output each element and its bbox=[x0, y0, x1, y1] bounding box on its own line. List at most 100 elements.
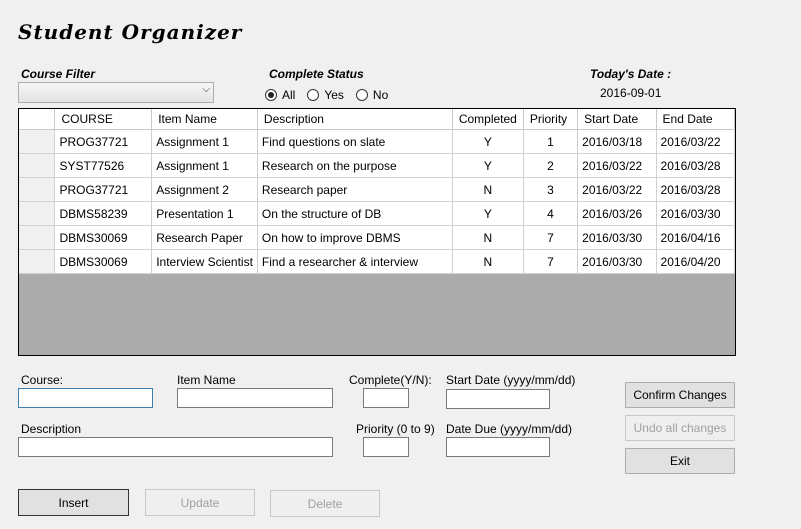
table-cell[interactable]: Find a researcher & interview bbox=[257, 249, 453, 274]
status-radio-all-label: All bbox=[282, 88, 296, 102]
table-cell[interactable]: 4 bbox=[523, 201, 579, 226]
table-cell[interactable]: N bbox=[452, 177, 524, 202]
row-header-corner bbox=[19, 109, 56, 130]
items-grid[interactable]: COURSE Item Name Description Completed P… bbox=[18, 108, 736, 356]
table-cell[interactable]: 2 bbox=[523, 153, 579, 178]
table-cell[interactable]: 2016/03/22 bbox=[577, 153, 657, 178]
table-row[interactable]: SYST77526 Assignment 1 Research on the p… bbox=[19, 153, 736, 178]
date-due-input[interactable] bbox=[446, 437, 550, 457]
table-cell[interactable]: Interview Scientist bbox=[151, 249, 258, 274]
column-header[interactable]: Item Name bbox=[151, 109, 258, 130]
table-cell[interactable]: 2016/03/30 bbox=[577, 249, 657, 274]
priority-field-label: Priority (0 to 9) bbox=[356, 422, 435, 436]
table-cell[interactable]: DBMS30069 bbox=[54, 249, 153, 274]
table-row[interactable]: DBMS58239 Presentation 1 On the structur… bbox=[19, 201, 736, 226]
table-cell[interactable]: 7 bbox=[523, 249, 579, 274]
table-cell[interactable]: Y bbox=[452, 201, 524, 226]
row-header[interactable] bbox=[19, 129, 56, 154]
row-header[interactable] bbox=[19, 225, 56, 250]
table-row[interactable]: DBMS30069 Interview Scientist Find a res… bbox=[19, 249, 736, 274]
table-cell[interactable]: N bbox=[452, 225, 524, 250]
course-filter-dropdown[interactable]: ⌵ bbox=[18, 82, 214, 103]
table-cell[interactable]: 2016/03/30 bbox=[656, 201, 736, 226]
table-cell[interactable]: 2016/04/16 bbox=[656, 225, 736, 250]
table-cell[interactable]: 2016/03/26 bbox=[577, 201, 657, 226]
complete-status-radio-group: All Yes No bbox=[265, 88, 400, 102]
row-header[interactable] bbox=[19, 201, 56, 226]
table-cell[interactable]: Research paper bbox=[257, 177, 453, 202]
table-cell[interactable]: 7 bbox=[523, 225, 579, 250]
table-cell[interactable]: Y bbox=[452, 153, 524, 178]
table-cell[interactable]: DBMS58239 bbox=[54, 201, 153, 226]
course-input[interactable] bbox=[18, 388, 153, 408]
update-button[interactable]: Update bbox=[145, 489, 255, 516]
table-cell[interactable]: N bbox=[452, 249, 524, 274]
table-cell[interactable]: 2016/03/28 bbox=[656, 177, 736, 202]
row-header[interactable] bbox=[19, 153, 56, 178]
table-row[interactable]: DBMS30069 Research Paper On how to impro… bbox=[19, 225, 736, 250]
table-cell[interactable]: Assignment 1 bbox=[151, 153, 258, 178]
status-radio-yes[interactable]: Yes bbox=[307, 88, 344, 102]
row-header[interactable] bbox=[19, 249, 56, 274]
table-cell[interactable]: PROG37721 bbox=[54, 129, 153, 154]
status-radio-no[interactable]: No bbox=[355, 88, 389, 102]
table-cell[interactable]: Assignment 1 bbox=[151, 129, 258, 154]
column-header[interactable]: Priority bbox=[523, 109, 579, 130]
table-cell[interactable]: Presentation 1 bbox=[151, 201, 258, 226]
row-header[interactable] bbox=[19, 177, 56, 202]
todays-date-label: Today's Date : bbox=[590, 67, 672, 81]
complete-status-label: Complete Status bbox=[269, 67, 364, 81]
table-cell[interactable]: 2016/03/30 bbox=[577, 225, 657, 250]
radio-checked-icon bbox=[265, 89, 277, 101]
table-cell[interactable]: 2016/03/28 bbox=[656, 153, 736, 178]
description-field-label: Description bbox=[21, 422, 82, 436]
description-input[interactable] bbox=[18, 437, 333, 457]
table-cell[interactable]: On how to improve DBMS bbox=[257, 225, 453, 250]
status-radio-all[interactable]: All bbox=[265, 88, 295, 102]
status-radio-no-label: No bbox=[372, 88, 389, 102]
radio-unchecked-icon bbox=[307, 89, 320, 101]
undo-all-changes-button[interactable]: Undo all changes bbox=[625, 415, 735, 441]
complete-field-label: Complete(Y/N): bbox=[349, 373, 432, 387]
column-header[interactable]: Completed bbox=[452, 109, 524, 130]
table-cell[interactable]: SYST77526 bbox=[54, 153, 153, 178]
table-cell[interactable]: PROG37721 bbox=[54, 177, 153, 202]
table-cell[interactable]: 2016/03/22 bbox=[656, 129, 736, 154]
complete-input[interactable] bbox=[363, 388, 409, 408]
column-header[interactable]: COURSE bbox=[54, 109, 153, 130]
course-field-label: Course: bbox=[21, 373, 64, 387]
table-cell[interactable]: Research on the purpose bbox=[257, 153, 453, 178]
table-cell[interactable]: DBMS30069 bbox=[54, 225, 153, 250]
todays-date-value: 2016-09-01 bbox=[600, 86, 662, 100]
table-cell[interactable]: Research Paper bbox=[151, 225, 258, 250]
table-cell[interactable]: 2016/04/20 bbox=[656, 249, 736, 274]
insert-button[interactable]: Insert bbox=[18, 489, 129, 516]
chevron-down-icon: ⌵ bbox=[202, 84, 210, 95]
start-date-field-label: Start Date (yyyy/mm/dd) bbox=[446, 373, 576, 387]
table-cell[interactable]: Y bbox=[452, 129, 524, 154]
table-cell[interactable]: 2016/03/18 bbox=[577, 129, 657, 154]
item-name-input[interactable] bbox=[177, 388, 333, 408]
table-row[interactable]: PROG37721 Assignment 2 Research paper N … bbox=[19, 177, 736, 202]
start-date-input[interactable] bbox=[446, 389, 550, 409]
table-header-row: COURSE Item Name Description Completed P… bbox=[19, 109, 736, 130]
exit-button[interactable]: Exit bbox=[625, 448, 735, 474]
column-header[interactable]: End Date bbox=[656, 109, 736, 130]
course-filter-label: Course Filter bbox=[21, 67, 96, 81]
table-cell[interactable]: 2016/03/22 bbox=[577, 177, 657, 202]
confirm-changes-button[interactable]: Confirm Changes bbox=[625, 382, 735, 408]
column-header[interactable]: Start Date bbox=[577, 109, 657, 130]
table-cell[interactable]: 3 bbox=[523, 177, 579, 202]
table-cell[interactable]: On the structure of DB bbox=[257, 201, 453, 226]
table-cell[interactable]: Assignment 2 bbox=[151, 177, 258, 202]
table-cell[interactable]: Find questions on slate bbox=[257, 129, 453, 154]
table-cell[interactable]: 1 bbox=[523, 129, 579, 154]
column-header[interactable]: Description bbox=[257, 109, 453, 130]
radio-unchecked-icon bbox=[355, 89, 368, 101]
item-name-field-label: Item Name bbox=[177, 373, 236, 387]
status-radio-yes-label: Yes bbox=[324, 88, 344, 102]
priority-input[interactable] bbox=[363, 437, 409, 457]
table-row[interactable]: PROG37721 Assignment 1 Find questions on… bbox=[19, 129, 736, 154]
items-table: COURSE Item Name Description Completed P… bbox=[19, 109, 736, 274]
delete-button[interactable]: Delete bbox=[270, 490, 380, 517]
